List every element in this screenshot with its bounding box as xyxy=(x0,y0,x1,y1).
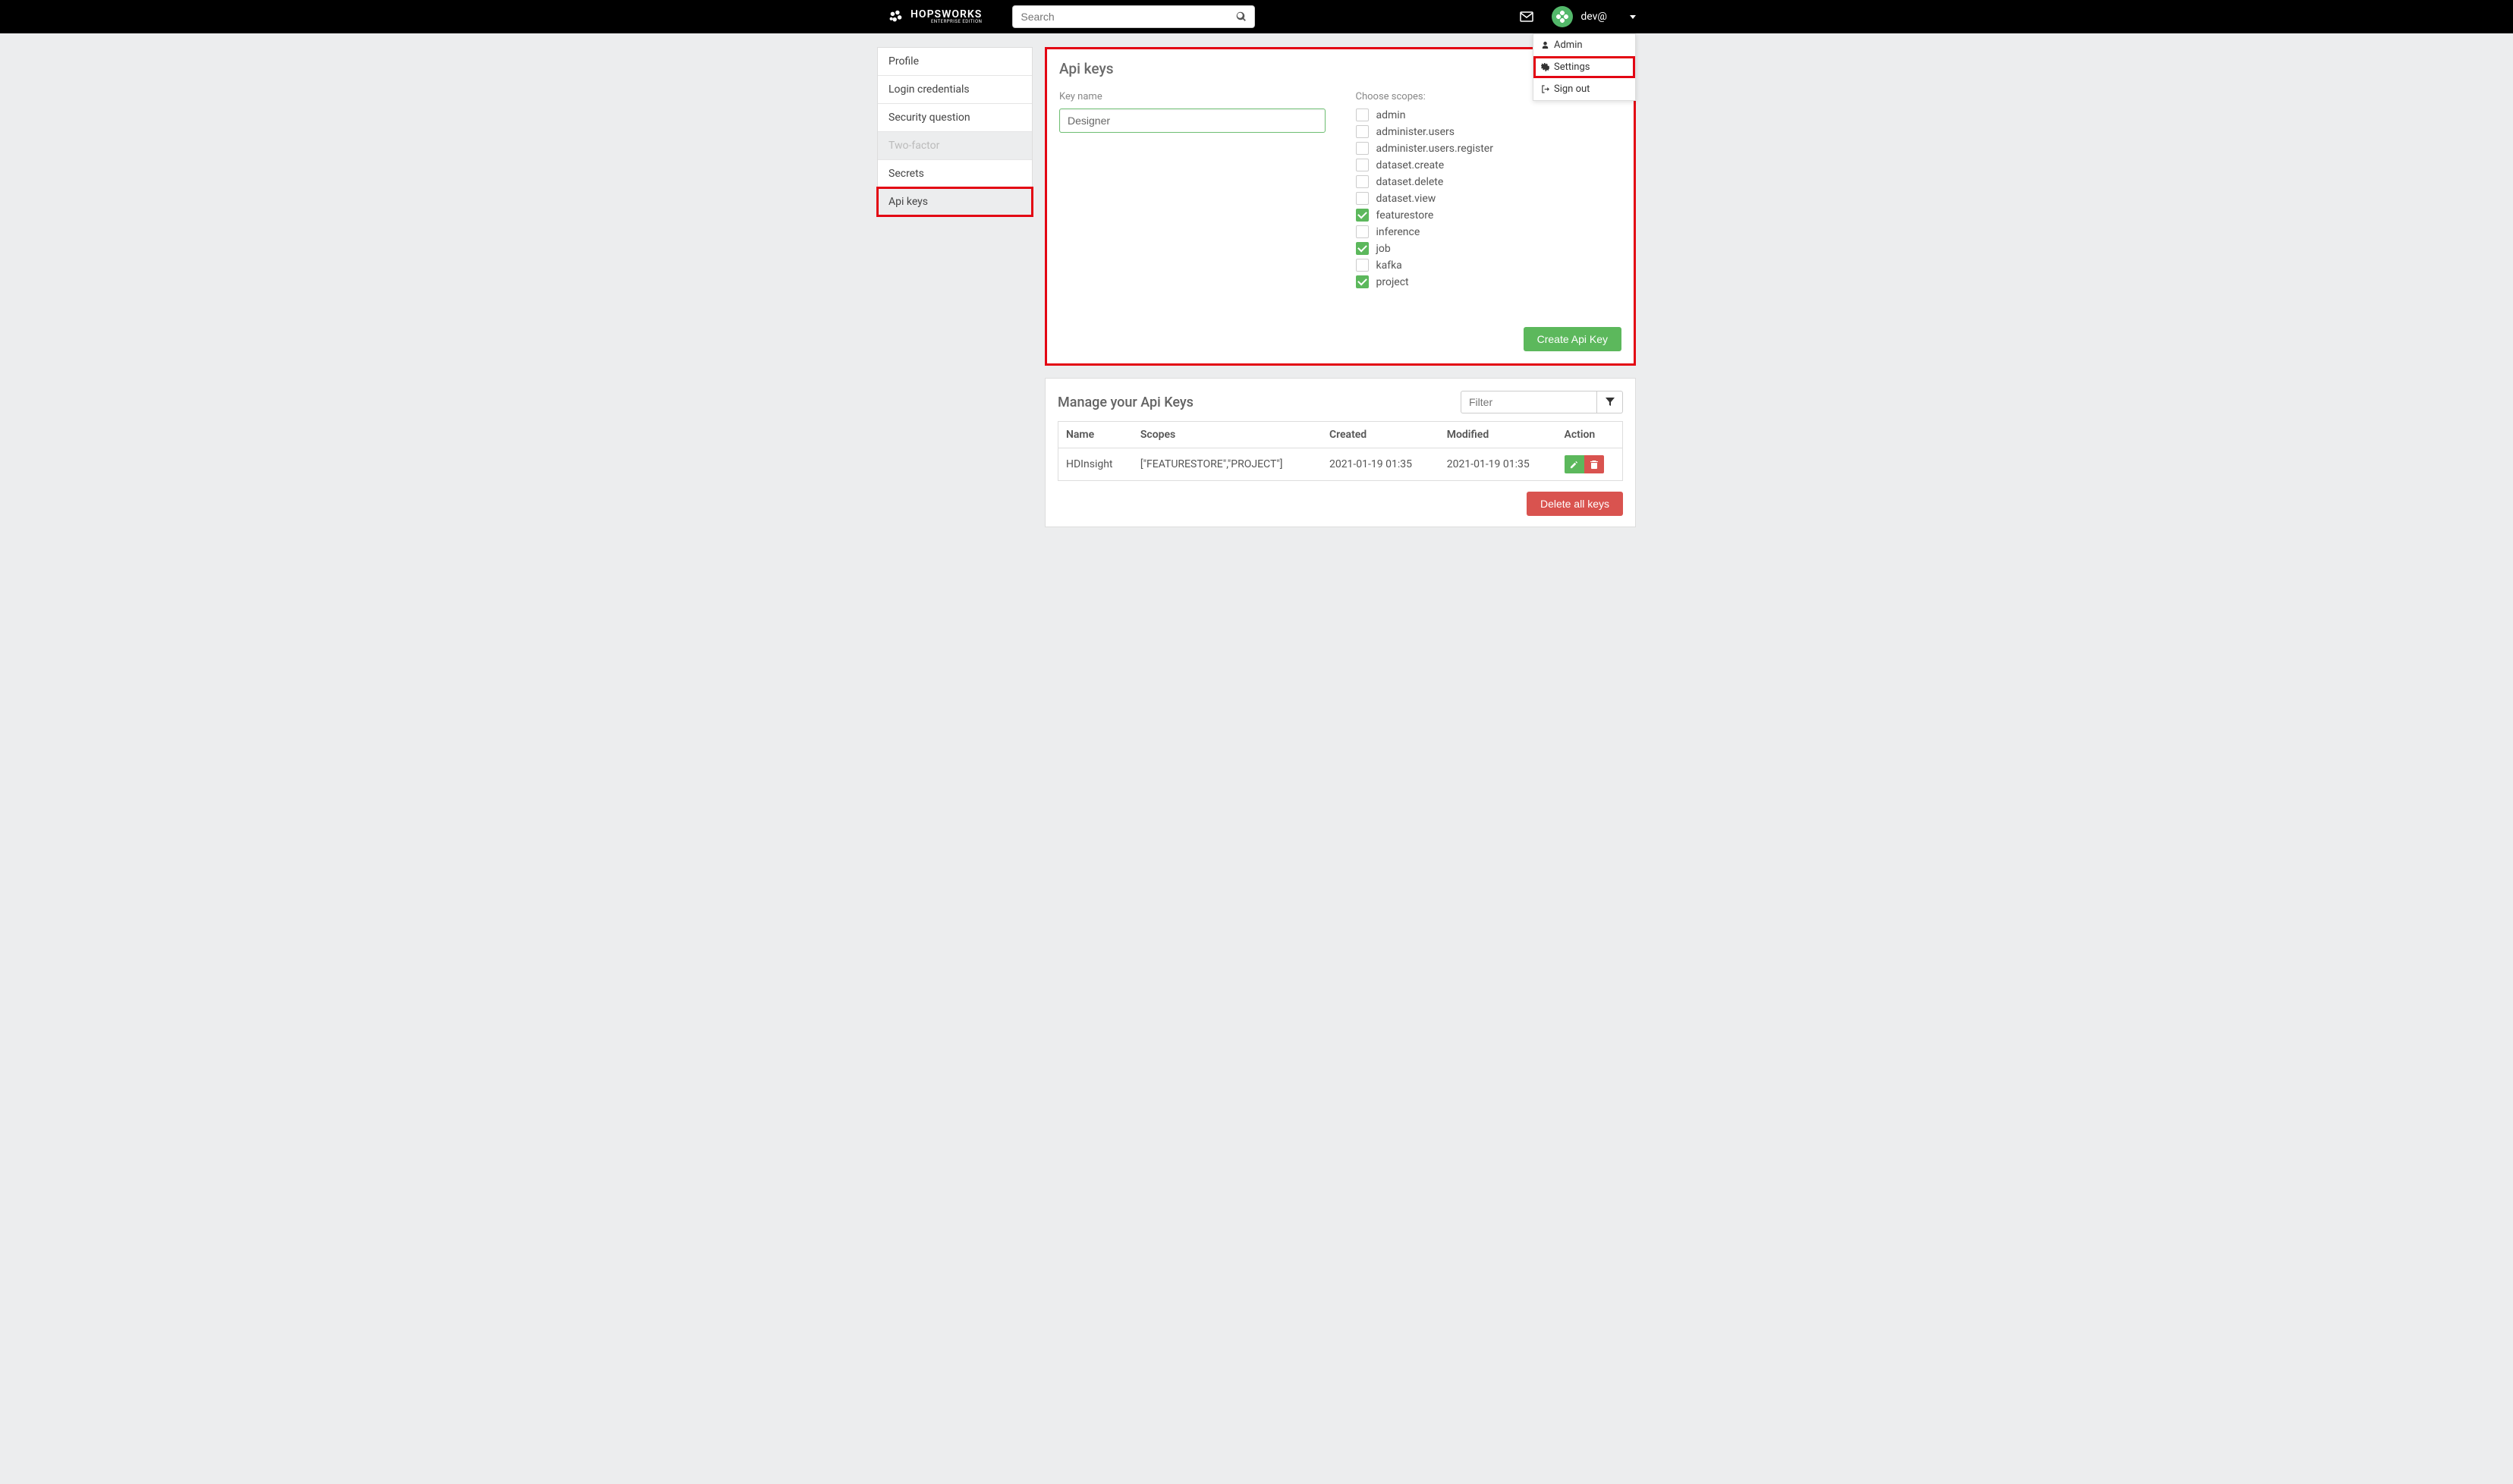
scope-row-inference[interactable]: inference xyxy=(1356,225,1622,238)
filter-input[interactable] xyxy=(1461,391,1597,413)
username: dev@ xyxy=(1580,11,1607,23)
dropdown-item-signout[interactable]: Sign out xyxy=(1533,78,1635,100)
sidebar-item-secrets[interactable]: Secrets xyxy=(878,160,1032,188)
scope-row-job[interactable]: job xyxy=(1356,242,1622,255)
sidebar-item-security-question[interactable]: Security question xyxy=(878,104,1032,132)
search-input[interactable] xyxy=(1021,11,1236,23)
delete-button[interactable] xyxy=(1584,455,1604,473)
scope-label: inference xyxy=(1376,226,1420,238)
settings-sidebar: Profile Login credentials Security quest… xyxy=(877,47,1033,216)
checkbox[interactable] xyxy=(1356,175,1369,188)
checkbox[interactable] xyxy=(1356,192,1369,205)
key-name-label: Key name xyxy=(1059,91,1326,102)
scope-label: administer.users xyxy=(1376,126,1455,138)
scope-label: dataset.view xyxy=(1376,193,1436,205)
col-action: Action xyxy=(1557,422,1623,448)
scope-label: featurestore xyxy=(1376,209,1434,222)
brand-subtext: ENTERPRISE EDITION xyxy=(911,20,982,24)
scope-label: kafka xyxy=(1376,259,1402,272)
brand-text: HOPSWORKS xyxy=(911,9,982,20)
avatar xyxy=(1552,6,1573,27)
topnav: HOPSWORKS ENTERPRISE EDITION dev@ Adm xyxy=(0,0,2513,33)
brand-logo[interactable]: HOPSWORKS ENTERPRISE EDITION xyxy=(888,8,982,25)
checkbox[interactable] xyxy=(1356,125,1369,138)
col-name: Name xyxy=(1058,422,1133,448)
col-modified: Modified xyxy=(1439,422,1557,448)
scope-row-administer-users[interactable]: administer.users xyxy=(1356,125,1622,138)
manage-api-keys-panel: Manage your Api Keys Name Scopes Created… xyxy=(1045,378,1636,527)
dropdown-item-label: Admin xyxy=(1554,39,1583,51)
scope-row-kafka[interactable]: kafka xyxy=(1356,259,1622,272)
filter-group xyxy=(1461,391,1623,413)
col-created: Created xyxy=(1322,422,1439,448)
scope-row-dataset-create[interactable]: dataset.create xyxy=(1356,159,1622,171)
scope-row-featurestore[interactable]: featurestore xyxy=(1356,209,1622,222)
user-dropdown: Admin Settings Sign out xyxy=(1533,33,1636,101)
scope-label: project xyxy=(1376,276,1409,288)
user-icon xyxy=(1541,41,1549,49)
signout-icon xyxy=(1541,85,1549,93)
checkbox[interactable] xyxy=(1356,259,1369,272)
cell-name: HDInsight xyxy=(1058,448,1133,481)
scope-label: administer.users.register xyxy=(1376,143,1493,155)
scope-label: dataset.delete xyxy=(1376,176,1444,188)
scope-label: admin xyxy=(1376,109,1406,121)
cell-modified: 2021-01-19 01:35 xyxy=(1439,448,1557,481)
cell-scopes: ["FEATURESTORE","PROJECT"] xyxy=(1133,448,1322,481)
sidebar-item-two-factor: Two-factor xyxy=(878,132,1032,160)
scope-label: job xyxy=(1376,243,1391,255)
hopsworks-logo-icon xyxy=(888,8,904,25)
user-menu-toggle[interactable]: dev@ xyxy=(1552,6,1636,27)
edit-button[interactable] xyxy=(1565,455,1584,473)
mail-icon[interactable] xyxy=(1520,11,1533,22)
filter-icon xyxy=(1606,398,1615,407)
api-keys-table: Name Scopes Created Modified Action HDIn… xyxy=(1058,421,1623,481)
scope-label: dataset.create xyxy=(1376,159,1445,171)
trash-icon xyxy=(1590,461,1598,469)
checkbox[interactable] xyxy=(1356,242,1369,255)
scope-row-project[interactable]: project xyxy=(1356,275,1622,288)
dropdown-item-label: Sign out xyxy=(1554,83,1590,95)
sidebar-item-login-credentials[interactable]: Login credentials xyxy=(878,76,1032,104)
filter-button[interactable] xyxy=(1597,391,1623,413)
scope-row-administer-users-register[interactable]: administer.users.register xyxy=(1356,142,1622,155)
checkbox[interactable] xyxy=(1356,275,1369,288)
checkbox[interactable] xyxy=(1356,159,1369,171)
dropdown-item-label: Settings xyxy=(1554,61,1590,73)
col-scopes: Scopes xyxy=(1133,422,1322,448)
dropdown-item-admin[interactable]: Admin xyxy=(1533,34,1635,56)
scope-row-admin[interactable]: admin xyxy=(1356,108,1622,121)
gear-icon xyxy=(1541,63,1549,71)
key-name-input[interactable] xyxy=(1059,108,1326,133)
checkbox[interactable] xyxy=(1356,225,1369,238)
cell-created: 2021-01-19 01:35 xyxy=(1322,448,1439,481)
cell-action xyxy=(1557,448,1623,481)
dropdown-item-settings[interactable]: Settings xyxy=(1533,56,1635,78)
checkbox[interactable] xyxy=(1356,209,1369,222)
search-box[interactable] xyxy=(1012,5,1255,28)
edit-icon xyxy=(1570,461,1578,469)
sidebar-item-api-keys[interactable]: Api keys xyxy=(878,188,1032,215)
scope-row-dataset-delete[interactable]: dataset.delete xyxy=(1356,175,1622,188)
delete-all-keys-button[interactable]: Delete all keys xyxy=(1527,492,1623,516)
scopes-list: admin administer.users administer.users.re… xyxy=(1356,108,1622,288)
checkbox[interactable] xyxy=(1356,142,1369,155)
search-icon xyxy=(1236,11,1247,22)
manage-title: Manage your Api Keys xyxy=(1058,395,1194,410)
table-row: HDInsight["FEATURESTORE","PROJECT"]2021-… xyxy=(1058,448,1623,481)
checkbox[interactable] xyxy=(1356,108,1369,121)
chevron-down-icon xyxy=(1630,15,1636,19)
scope-row-dataset-view[interactable]: dataset.view xyxy=(1356,192,1622,205)
sidebar-item-profile[interactable]: Profile xyxy=(878,48,1032,76)
create-api-key-button[interactable]: Create Api Key xyxy=(1524,327,1621,351)
